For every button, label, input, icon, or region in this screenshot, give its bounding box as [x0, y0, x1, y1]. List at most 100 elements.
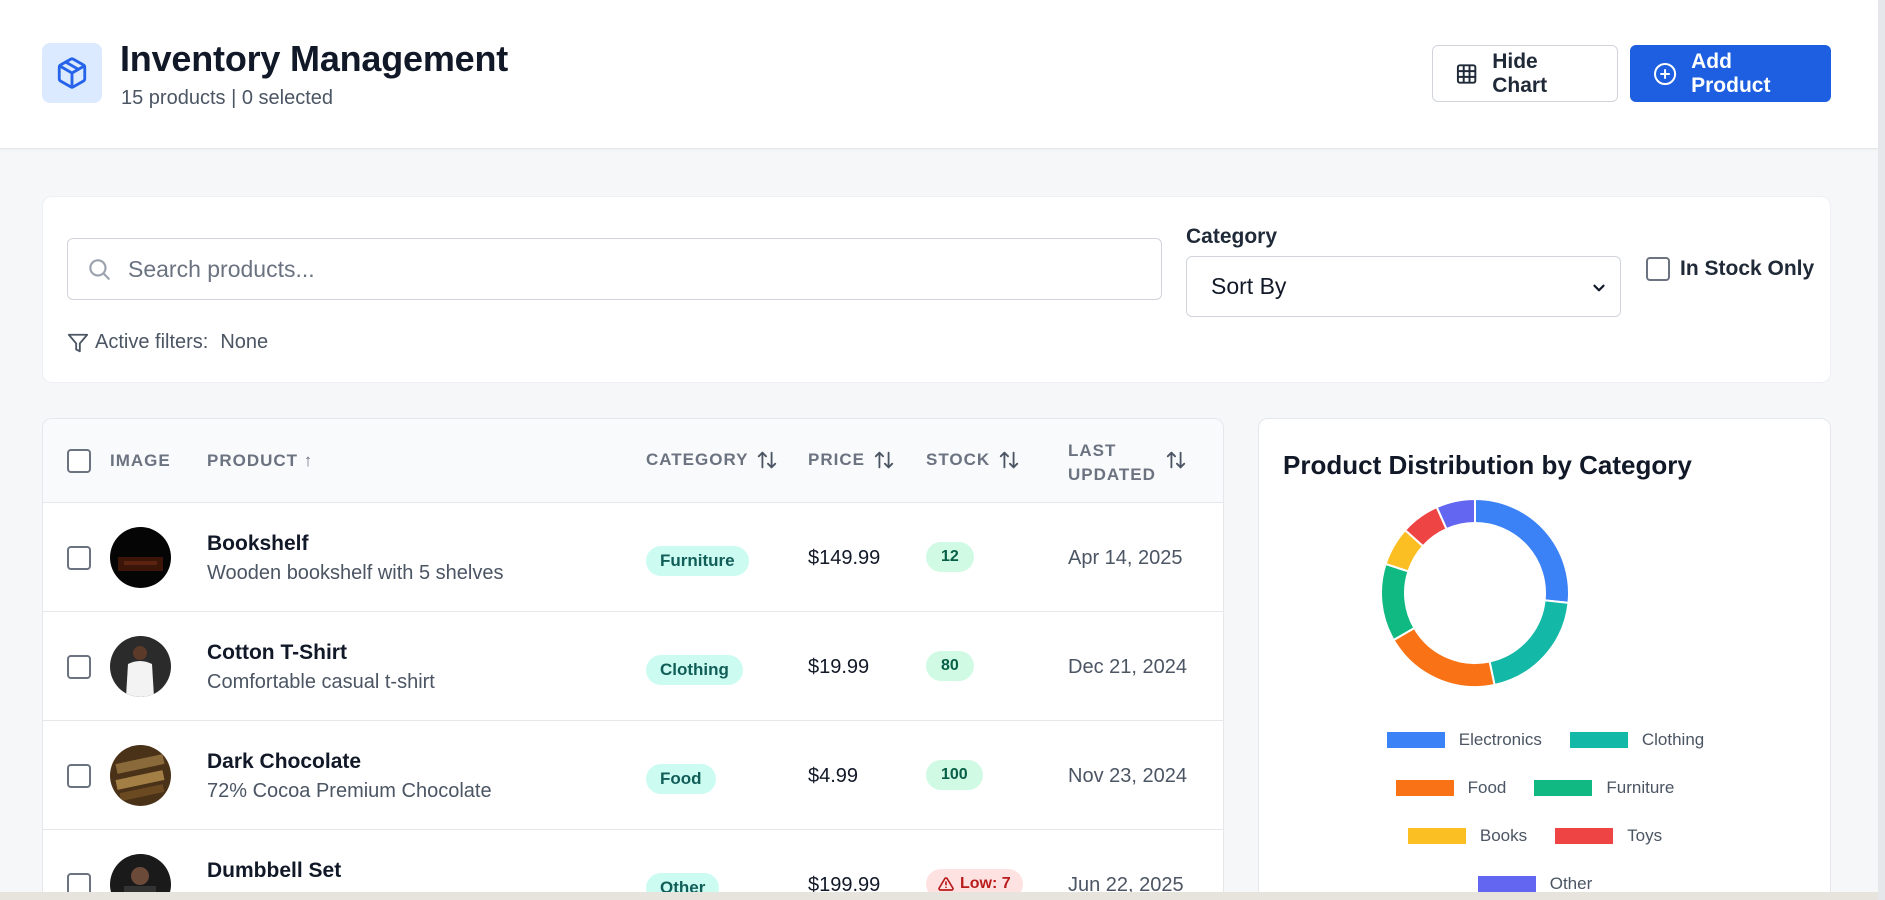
- filter-icon: [67, 333, 89, 352]
- category-badge: Food: [646, 764, 716, 794]
- row-checkbox[interactable]: [67, 655, 91, 679]
- legend-item-other[interactable]: Other: [1477, 874, 1593, 894]
- last-updated: Dec 21, 2024: [1068, 656, 1187, 678]
- column-header-updated-line2: UPDATED: [1068, 465, 1156, 484]
- category-badge: Clothing: [646, 655, 743, 685]
- product-description: Comfortable casual t-shirt: [207, 671, 435, 693]
- sort-selected-value: Sort By: [1211, 273, 1287, 299]
- stock-low-text: Low: 7: [960, 875, 1011, 892]
- legend-row: Books Toys: [1259, 826, 1832, 846]
- column-header-product-label: PRODUCT ↑: [207, 451, 314, 470]
- legend-swatch: [1407, 828, 1466, 844]
- column-header-price[interactable]: PRICE: [808, 449, 895, 471]
- active-filters: Active filters: None: [67, 331, 268, 354]
- add-product-button[interactable]: Add Product: [1630, 45, 1831, 102]
- category-chart-panel: Product Distribution by Category Electro…: [1258, 418, 1831, 900]
- page-subtitle: 15 products | 0 selected: [121, 87, 333, 109]
- legend-label: Food: [1467, 778, 1507, 797]
- search-input[interactable]: [68, 239, 1161, 299]
- donut-slice-furniture[interactable]: [1380, 562, 1416, 642]
- category-label: Category: [1186, 225, 1278, 248]
- search-field[interactable]: [67, 238, 1162, 300]
- stock-badge: 80: [926, 651, 974, 681]
- legend-item-toys[interactable]: Toys: [1555, 826, 1662, 846]
- legend-label: Books: [1479, 826, 1528, 845]
- product-price: $149.99: [808, 547, 881, 569]
- grid-icon: [1456, 63, 1477, 84]
- legend-label: Other: [1549, 874, 1593, 893]
- search-icon: [89, 259, 110, 280]
- hide-chart-label: Hide Chart: [1492, 49, 1548, 97]
- sort-arrows-icon[interactable]: [1165, 449, 1187, 471]
- select-all-checkbox[interactable]: [67, 449, 91, 473]
- legend-row: Electronics Clothing: [1259, 730, 1832, 750]
- legend-item-books[interactable]: Books: [1407, 826, 1528, 846]
- product-name: Cotton T-Shirt: [207, 641, 347, 664]
- in-stock-filter[interactable]: In Stock Only: [1646, 257, 1814, 281]
- app-header: Inventory Management 15 products | 0 sel…: [0, 0, 1885, 149]
- window-bottom-edge: [0, 892, 1885, 900]
- sort-arrows-icon: [1000, 451, 1019, 469]
- last-updated: Nov 23, 2024: [1068, 765, 1187, 787]
- column-header-product[interactable]: PRODUCT ↑: [207, 451, 313, 471]
- legend-swatch: [1477, 876, 1536, 892]
- legend-label: Toys: [1627, 826, 1663, 845]
- legend-row: Food Furniture: [1259, 778, 1832, 798]
- chart-title: Product Distribution by Category: [1283, 450, 1692, 480]
- products-table: IMAGE PRODUCT ↑ CATEGORY PRICE STOCK LAS…: [42, 418, 1224, 900]
- column-header-stock[interactable]: STOCK: [926, 449, 1020, 471]
- donut-slice-food[interactable]: [1392, 626, 1496, 688]
- warning-icon: [938, 877, 954, 891]
- legend-swatch: [1386, 732, 1445, 748]
- active-filters-label: Active filters:: [95, 331, 209, 353]
- column-header-category[interactable]: CATEGORY: [646, 449, 778, 471]
- legend-item-food[interactable]: Food: [1395, 778, 1507, 798]
- table-row[interactable]: Bookshelf Wooden bookshelf with 5 shelve…: [43, 503, 1223, 612]
- column-header-updated[interactable]: LAST UPDATED: [1068, 439, 1156, 487]
- sort-select[interactable]: Sort By: [1186, 256, 1621, 317]
- product-image: [110, 636, 171, 697]
- legend-label: Furniture: [1606, 778, 1675, 797]
- product-price: $19.99: [808, 656, 870, 678]
- product-name: Dumbbell Set: [207, 859, 342, 882]
- column-header-category-label: CATEGORY: [646, 450, 749, 469]
- last-updated: Apr 14, 2025: [1068, 547, 1183, 569]
- legend-swatch: [1534, 780, 1593, 796]
- product-description: Wooden bookshelf with 5 shelves: [207, 562, 504, 584]
- legend-row: Other: [1259, 874, 1832, 894]
- legend-label: Electronics: [1458, 730, 1542, 749]
- sort-arrows-icon: [874, 451, 894, 469]
- hide-chart-button[interactable]: Hide Chart: [1432, 45, 1618, 102]
- column-header-stock-label: STOCK: [926, 450, 991, 469]
- legend-item-furniture[interactable]: Furniture: [1534, 778, 1674, 798]
- column-header-image: IMAGE: [110, 451, 171, 471]
- product-price: $4.99: [808, 765, 859, 787]
- legend-item-clothing[interactable]: Clothing: [1569, 730, 1704, 750]
- chevron-down-icon: [1593, 284, 1605, 292]
- category-badge: Furniture: [646, 546, 749, 576]
- in-stock-label: In Stock Only: [1680, 257, 1815, 280]
- table-row[interactable]: Dark Chocolate 72% Cocoa Premium Chocola…: [43, 721, 1223, 830]
- app-logo: [42, 43, 102, 103]
- window-scrollbar-track[interactable]: [1878, 0, 1885, 900]
- donut-slice-electronics[interactable]: [1474, 499, 1570, 604]
- legend-swatch: [1569, 732, 1628, 748]
- legend-swatch: [1555, 828, 1614, 844]
- legend-item-electronics[interactable]: Electronics: [1386, 730, 1542, 750]
- add-product-label: Add Product: [1691, 49, 1771, 97]
- table-row[interactable]: Cotton T-Shirt Comfortable casual t-shir…: [43, 612, 1223, 721]
- product-image: [110, 527, 171, 588]
- in-stock-checkbox[interactable]: [1646, 257, 1670, 281]
- table-header: IMAGE PRODUCT ↑ CATEGORY PRICE STOCK LAS…: [43, 419, 1223, 503]
- donut-chart: [1380, 499, 1570, 688]
- row-checkbox[interactable]: [67, 546, 91, 570]
- donut-slice-clothing[interactable]: [1488, 599, 1570, 687]
- table-row[interactable]: Dumbbell Set Other $199.99 Low: 7 Jun 22…: [43, 830, 1223, 899]
- row-checkbox[interactable]: [67, 764, 91, 788]
- product-name: Bookshelf: [207, 532, 309, 555]
- sort-arrows-icon: [758, 451, 777, 469]
- stock-badge: 100: [926, 760, 983, 790]
- product-image: [110, 745, 171, 806]
- column-header-image-label: IMAGE: [110, 451, 171, 470]
- active-filters-value: None: [220, 331, 269, 353]
